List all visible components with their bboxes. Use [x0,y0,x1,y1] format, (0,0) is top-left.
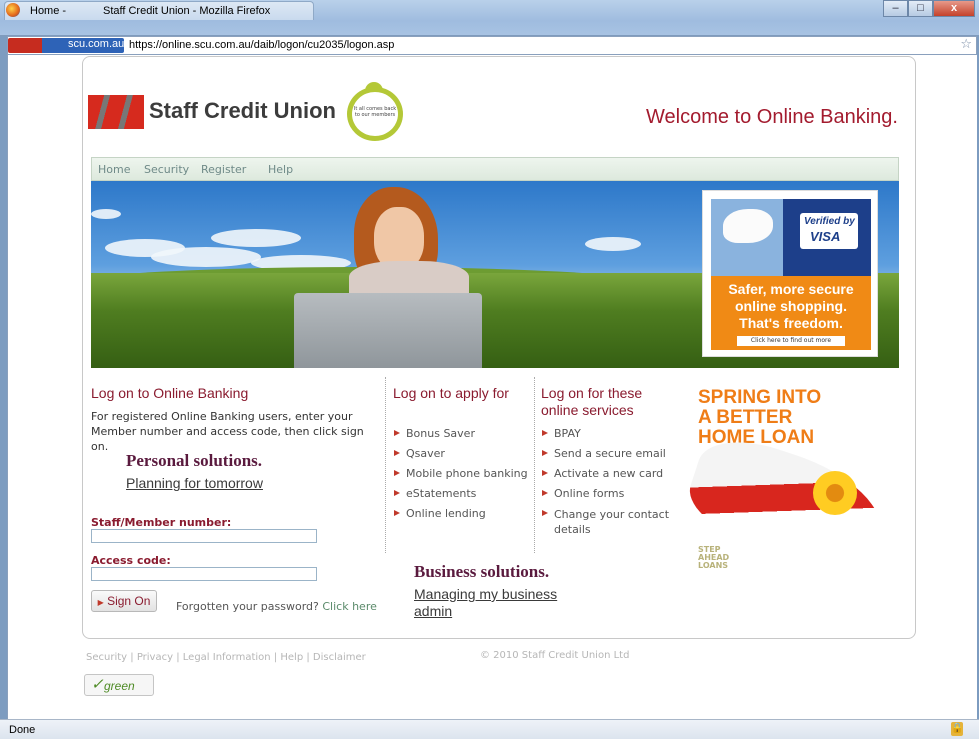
sign-on-button[interactable]: ▶ Sign On [91,590,157,612]
minimize-button[interactable]: – [883,0,908,17]
service-item-secure-email[interactable]: Send a secure email [540,447,666,460]
nav-security[interactable]: Security [144,163,189,176]
services-title: Log on for these online services [541,385,643,418]
forgot-password-text: Forgotten your password? [176,600,319,613]
business-admin-link[interactable]: Managing my business admin [414,586,594,620]
apply-item-online-lending[interactable]: Online lending [392,507,486,520]
maximize-button[interactable]: □ [908,0,933,17]
window-title: Staff Credit Union - Mozilla Firefox [103,5,271,17]
laptop-illustration [294,293,482,368]
cloud-shape [151,247,261,267]
column-divider [534,377,535,553]
window-titlebar: Home - Staff Credit Union - Mozilla Fire… [0,0,979,36]
visa-ad-line3: That's freedom. [739,315,843,331]
service-item-activate-card[interactable]: Activate a new card [540,467,663,480]
nav-register[interactable]: Register [201,163,246,176]
verified-by-visa-ad[interactable]: Verified by VISA Safer, more secure onli… [702,190,878,357]
visa-text: VISA [810,229,841,244]
forgot-password: Forgotten your password? Click here [176,600,377,613]
close-button[interactable]: x [933,0,975,17]
footer-link-privacy[interactable]: Privacy [137,652,173,663]
cloud-shape [91,209,121,219]
visa-ad-cta[interactable]: Click here to find out more [737,336,845,346]
url-text[interactable]: https://online.scu.com.au/daib/logon/cu2… [129,39,394,51]
nav-home[interactable]: Home [98,163,130,176]
cloud-shape [585,237,641,251]
brand-name[interactable]: Staff Credit Union [149,98,336,124]
service-item-change-contact[interactable]: Change your contact details [540,507,680,537]
apply-item-bonus-saver[interactable]: Bonus Saver [392,427,475,440]
step-ahead-logo: STEP AHEAD LOANS [698,545,730,570]
visa-ad-line1: Safer, more secure [728,281,854,297]
address-bar[interactable]: scu.com.au https://online.scu.com.au/dai… [7,36,977,55]
nav-help[interactable]: Help [268,163,293,176]
member-number-label: Staff/Member number: [91,516,232,529]
apply-item-estatements[interactable]: eStatements [392,487,476,500]
welcome-heading: Welcome to Online Banking. [646,106,898,128]
loan-ad-line2: A BETTER [698,407,793,428]
access-code-label: Access code: [91,554,171,567]
footer-link-help[interactable]: Help [280,652,303,663]
scu-logo-icon[interactable] [88,95,144,129]
top-nav: Home Security Register Help [91,157,899,181]
sign-on-label: Sign On [107,594,151,608]
footer-link-disclaimer[interactable]: Disclaimer [313,652,366,663]
flower-icon [813,471,857,515]
copyright-text: © 2010 Staff Credit Union Ltd [480,650,630,661]
members-badge-text: It all comes back to our members [353,106,397,118]
dove-icon [723,209,773,243]
window-controls: – □ x [883,0,975,18]
footer-links: Security | Privacy | Legal Information |… [86,652,366,663]
status-text: Done [9,724,36,736]
loan-ad-line1: SPRING INTO [698,387,822,408]
arrow-icon: ▶ [97,598,104,607]
business-solutions-heading: Business solutions. [414,562,550,581]
personal-solutions-heading: Personal solutions. [126,451,263,470]
column-divider [385,377,386,553]
tab-label: Home - [30,5,67,17]
logon-intro: For registered Online Banking users, ent… [91,410,364,453]
firefox-icon [6,3,20,17]
apply-item-mobile-banking[interactable]: Mobile phone banking [392,467,528,480]
verified-by-text: Verified by [804,216,855,227]
footer-link-legal[interactable]: Legal Information [183,652,271,663]
apply-item-qsaver[interactable]: Qsaver [392,447,445,460]
bookmark-star-icon[interactable]: ☆ [960,37,972,52]
apply-title: Log on to apply for [393,385,509,401]
service-item-online-forms[interactable]: Online forms [540,487,624,500]
site-identity-button[interactable]: scu.com.au [8,38,124,53]
logon-title: Log on to Online Banking [91,385,249,401]
green-badge-label: green [104,679,135,693]
member-number-input[interactable] [91,529,317,543]
forgot-password-link[interactable]: Click here [322,600,377,613]
padlock-icon[interactable]: 🔒 [951,722,963,736]
access-code-input[interactable] [91,567,317,581]
site-identity-label: scu.com.au [68,38,125,50]
cloud-shape [211,229,301,247]
footer-link-security[interactable]: Security [86,652,127,663]
visa-ad-line2: online shopping. [735,298,847,314]
checkmark-icon: ✓ [91,677,104,693]
service-item-bpay[interactable]: BPAY [540,427,581,440]
status-bar: Done 🔒 [0,719,979,739]
planning-for-tomorrow-link[interactable]: Planning for tomorrow [126,475,263,491]
